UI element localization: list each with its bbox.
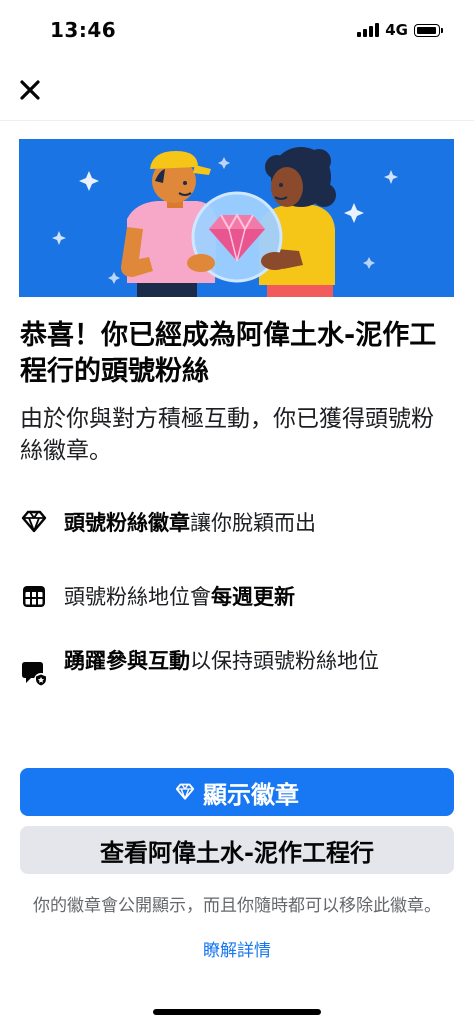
- feature-normal: 以保持頭號粉絲地位: [190, 649, 379, 673]
- header-divider: [0, 120, 474, 121]
- feature-bold: 每週更新: [211, 585, 295, 609]
- diamond-icon: [20, 508, 48, 536]
- feature-normal: 頭號粉絲地位會: [64, 585, 211, 609]
- feature-text: 踴躍參與互動以保持頭號粉絲地位: [64, 646, 379, 676]
- feature-normal: 讓你脫穎而出: [190, 511, 316, 535]
- show-badge-label: 顯示徽章: [203, 780, 299, 809]
- view-page-button[interactable]: 查看阿偉土水-泥作工程行: [20, 826, 454, 874]
- learn-more-link[interactable]: 瞭解詳情: [20, 940, 454, 963]
- status-time: 13:46: [50, 18, 117, 42]
- battery-icon: [414, 23, 443, 37]
- feature-item-weekly: 頭號粉絲地位會每週更新: [20, 582, 450, 612]
- view-page-label: 查看阿偉土水-泥作工程行: [100, 838, 374, 867]
- close-icon: [20, 80, 40, 100]
- network-label: 4G: [385, 21, 408, 39]
- close-button[interactable]: [10, 70, 50, 110]
- signal-icon: [357, 23, 380, 37]
- show-badge-button[interactable]: 顯示徽章: [20, 768, 454, 816]
- page-subtitle: 由於你與對方積極互動，你已獲得頭號粉絲徽章。: [20, 406, 434, 464]
- feature-text: 頭號粉絲徽章讓你脫穎而出: [64, 508, 316, 538]
- status-bar: 13:46 4G: [0, 0, 474, 62]
- feature-item-badge: 頭號粉絲徽章讓你脫穎而出: [20, 508, 450, 538]
- hero-banner: [19, 139, 454, 297]
- visibility-note: 你的徽章會公開顯示，而且你隨時都可以移除此徽章。: [33, 896, 441, 916]
- feature-bold: 踴躍參與互動: [64, 649, 190, 673]
- calendar-icon: [20, 582, 48, 610]
- status-indicators: 4G: [357, 21, 443, 39]
- diamond-illustration: [19, 139, 454, 297]
- feature-text: 頭號粉絲地位會每週更新: [64, 582, 295, 612]
- page-title: 恭喜！你已經成為阿偉土水-泥作工程行的頭號粉絲: [20, 320, 437, 387]
- feature-item-engage: 踴躍參與互動以保持頭號粉絲地位: [20, 646, 450, 688]
- home-indicator[interactable]: [153, 1009, 321, 1015]
- diamond-icon: [175, 783, 195, 801]
- comment-badge-icon: [20, 660, 48, 688]
- feature-bold: 頭號粉絲徽章: [64, 511, 190, 535]
